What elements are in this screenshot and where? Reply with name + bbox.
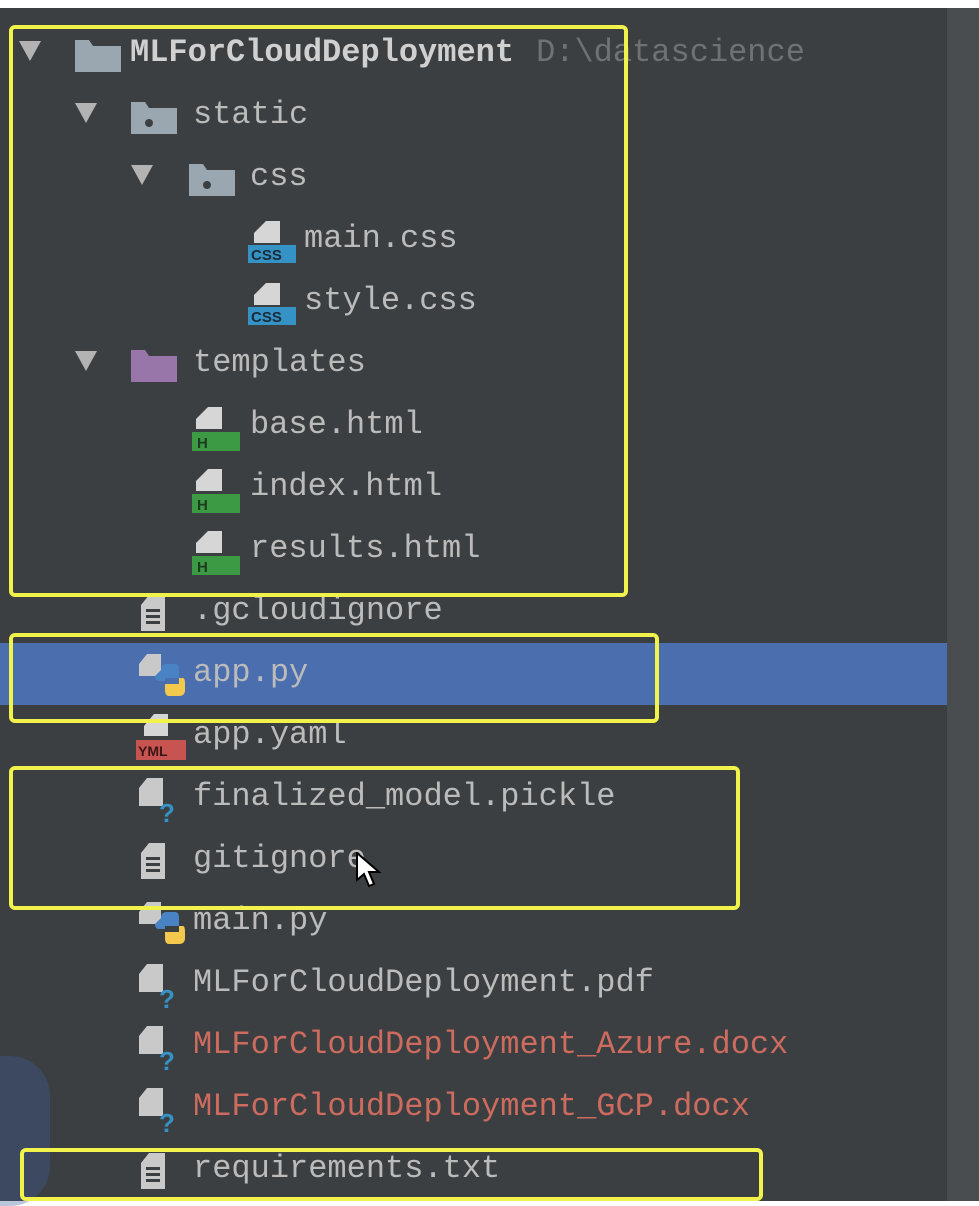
- html-badge-text: H: [197, 435, 208, 451]
- tree-item-label: MLForCloudDeployment.pdf: [193, 964, 654, 1001]
- tree-item-label: app.py: [193, 654, 309, 691]
- unknown-file-icon: ?: [139, 1026, 175, 1070]
- tree-row-app-yaml[interactable]: YML app.yaml: [0, 705, 979, 767]
- css-file-icon: CSS: [248, 221, 296, 263]
- tree-item-label: MLForCloudDeployment_Azure.docx: [193, 1026, 789, 1063]
- tree-item-label: finalized_model.pickle: [193, 778, 616, 815]
- unknown-file-icon: ?: [139, 964, 175, 1008]
- tree-item-label: gitignore: [193, 840, 366, 877]
- css-badge-text: CSS: [251, 309, 282, 325]
- folder-icon: [75, 40, 121, 72]
- unknown-badge-text: ?: [159, 1108, 175, 1132]
- tree-row-index-html[interactable]: H index.html: [0, 457, 979, 519]
- css-file-icon: CSS: [248, 283, 296, 325]
- tree-row-finalized-model[interactable]: ? finalized_model.pickle: [0, 767, 979, 829]
- expand-arrow-icon[interactable]: [131, 165, 153, 185]
- tree-row-gitignore[interactable]: gitignore: [0, 829, 979, 891]
- css-badge-text: CSS: [251, 247, 282, 263]
- tree-row-pdf[interactable]: ? MLForCloudDeployment.pdf: [0, 953, 979, 1015]
- mouse-cursor-icon: [356, 852, 382, 888]
- tree-row-static[interactable]: static: [0, 85, 979, 147]
- python-file-icon: [139, 654, 185, 696]
- yaml-file-icon: YML: [136, 714, 186, 760]
- tree-row-gcp-docx[interactable]: ? MLForCloudDeployment_GCP.docx: [0, 1077, 979, 1139]
- expand-arrow-icon[interactable]: [19, 41, 41, 61]
- tree-row-base-html[interactable]: H base.html: [0, 395, 979, 457]
- text-file-icon: [141, 843, 165, 879]
- unknown-file-icon: ?: [139, 1088, 175, 1132]
- tree-root-label: MLForCloudDeployment D:\datascience: [130, 34, 805, 71]
- tree-row-azure-docx[interactable]: ? MLForCloudDeployment_Azure.docx: [0, 1015, 979, 1077]
- tree-item-label: results.html: [250, 530, 481, 567]
- html-file-icon: H: [192, 407, 240, 451]
- html-badge-text: H: [197, 497, 208, 513]
- tree-row-root[interactable]: MLForCloudDeployment D:\datascience: [0, 23, 979, 85]
- expand-arrow-icon[interactable]: [75, 103, 97, 123]
- tree-item-label: main.py: [193, 902, 328, 939]
- unknown-badge-text: ?: [159, 1046, 175, 1070]
- tree-item-label: style.css: [304, 282, 477, 319]
- html-badge-text: H: [197, 559, 208, 575]
- tree-row-css-folder[interactable]: css: [0, 147, 979, 209]
- project-tree-panel: MLForCloudDeployment D:\datascience stati…: [0, 8, 979, 1201]
- tree-item-label: base.html: [250, 406, 423, 443]
- python-file-icon: [139, 902, 185, 944]
- tree-row-main-css[interactable]: CSS main.css: [0, 209, 979, 271]
- tree-row-results-html[interactable]: H results.html: [0, 519, 979, 581]
- text-file-icon: [141, 595, 165, 631]
- tree-item-label: app.yaml: [193, 716, 347, 753]
- html-file-icon: H: [192, 531, 240, 575]
- tree-row-app-py[interactable]: app.py: [0, 643, 979, 705]
- background-shape: [0, 1056, 50, 1206]
- tree-item-label: requirements.txt: [193, 1150, 501, 1187]
- unknown-badge-text: ?: [159, 984, 175, 1008]
- tree-item-label: css: [250, 158, 308, 195]
- vertical-scrollbar[interactable]: [947, 8, 979, 1201]
- folder-icon: [189, 164, 235, 196]
- html-file-icon: H: [192, 469, 240, 513]
- folder-icon: [131, 102, 177, 134]
- tree-item-label: main.css: [304, 220, 458, 257]
- tree-row-gcloudignore[interactable]: .gcloudignore: [0, 581, 979, 643]
- tree-row-style-css[interactable]: CSS style.css: [0, 271, 979, 333]
- tree-row-main-py[interactable]: main.py: [0, 891, 979, 953]
- unknown-badge-text: ?: [159, 798, 175, 822]
- tree-row-templates[interactable]: templates: [0, 333, 979, 395]
- tree-item-label: MLForCloudDeployment_GCP.docx: [193, 1088, 750, 1125]
- templates-folder-icon: [131, 350, 177, 382]
- tree-row-requirements[interactable]: requirements.txt: [0, 1139, 979, 1201]
- unknown-file-icon: ?: [139, 778, 175, 822]
- tree-item-label: static: [193, 96, 309, 133]
- tree-item-label: .gcloudignore: [193, 592, 443, 629]
- tree-item-label: index.html: [250, 468, 443, 505]
- yaml-badge-text: YML: [138, 743, 168, 759]
- expand-arrow-icon[interactable]: [75, 351, 97, 371]
- text-file-icon: [141, 1153, 165, 1189]
- tree-item-label: templates: [193, 344, 366, 381]
- tree-root-path: D:\datascience: [536, 34, 805, 71]
